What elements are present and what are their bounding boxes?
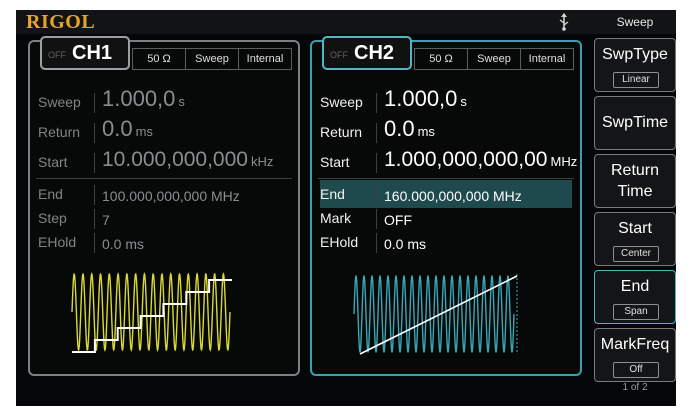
ch1-tab[interactable]: OFF CH1 bbox=[40, 36, 130, 70]
ch1-divider bbox=[36, 178, 292, 179]
ch2-return-row[interactable]: Return 0.0 ms bbox=[320, 116, 572, 146]
brand-logo: RIGOL bbox=[26, 11, 96, 33]
ch2-output-status: OFF bbox=[330, 50, 348, 60]
usb-icon bbox=[559, 13, 569, 31]
ch1-sweep-value: 1.000,0 bbox=[102, 86, 176, 111]
ch1-return-label: Return bbox=[38, 124, 81, 140]
ch2-sweep-value: 1.000,0 bbox=[384, 86, 458, 111]
ch1-info-bar: 50 Ω Sweep Internal bbox=[132, 48, 292, 70]
ch1-start-value: 10.000,000,000 bbox=[102, 148, 248, 171]
ch2-source: Internal bbox=[528, 53, 566, 65]
menu-title: Sweep bbox=[616, 15, 654, 29]
ch1-sweep-waveform bbox=[71, 272, 232, 353]
swptime-label: SwpTime bbox=[601, 114, 669, 131]
ch1-end-value: 100.000,000,000 MHz bbox=[102, 188, 240, 204]
ch2-start-value: 1.000,000,000,00 bbox=[384, 148, 548, 171]
markfreq-label: MarkFreq bbox=[600, 336, 670, 353]
ch1-impedance: 50 Ω bbox=[133, 49, 186, 69]
ch1-end-label: End bbox=[38, 186, 63, 202]
swptime-softkey[interactable]: SwpTime bbox=[594, 96, 676, 150]
ch2-end-label: End bbox=[320, 186, 345, 202]
swptype-label: SwpType bbox=[602, 46, 668, 63]
ch2-sweep-unit: s bbox=[460, 94, 467, 109]
ch1-label: CH1 bbox=[72, 42, 113, 64]
ch1-panel[interactable]: OFF CH1 50 Ω Sweep Internal Sweep 1.000,… bbox=[28, 36, 300, 376]
ch2-sweep-row[interactable]: Sweep 1.000,0 s bbox=[320, 86, 572, 116]
end-label: End bbox=[620, 278, 650, 295]
ch2-mark-value: OFF bbox=[384, 212, 412, 228]
ch2-start-label: Start bbox=[320, 154, 350, 170]
markfreq-value: Off bbox=[613, 362, 659, 378]
start-alt-value: Center bbox=[613, 246, 659, 262]
return-time-softkey[interactable]: Return Time bbox=[594, 154, 676, 208]
ch1-start-row[interactable]: Start 10.000,000,000 kHz bbox=[38, 148, 290, 176]
ch1-sweep-unit: s bbox=[178, 94, 185, 109]
ch2-ehold-value: 0.0 ms bbox=[384, 236, 427, 252]
ch1-start-unit: kHz bbox=[250, 154, 274, 169]
ch2-ehold-label: EHold bbox=[320, 234, 359, 250]
ch1-source: Internal bbox=[246, 53, 284, 65]
status-bar: RIGOL Sweep bbox=[16, 10, 676, 34]
ch1-sweep-label: Sweep bbox=[38, 94, 81, 110]
end-softkey[interactable]: End Span bbox=[594, 270, 676, 324]
ch2-mode: Sweep bbox=[468, 49, 521, 69]
ch1-ehold-value: 0.0 ms bbox=[102, 236, 145, 252]
page-indicator: 1 of 2 bbox=[622, 382, 648, 393]
ch2-start-row[interactable]: Start 1.000,000,000,00 MHz bbox=[320, 148, 577, 176]
ch2-return-value: 0.0 bbox=[384, 116, 415, 141]
ch1-start-label: Start bbox=[38, 154, 68, 170]
ch1-sweep-row[interactable]: Sweep 1.000,0 s bbox=[38, 86, 290, 116]
ch1-return-row[interactable]: Return 0.0 ms bbox=[38, 116, 290, 146]
ch2-sweep-label: Sweep bbox=[320, 94, 363, 110]
ch2-ehold-row[interactable]: EHold 0.0 ms bbox=[320, 228, 572, 256]
ch2-tab[interactable]: OFF CH2 bbox=[322, 36, 412, 70]
ch2-info-bar: 50 Ω Sweep Internal bbox=[414, 48, 574, 70]
ch2-panel[interactable]: OFF CH2 50 Ω Sweep Internal Sweep 1.000,… bbox=[310, 36, 582, 376]
ch1-return-unit: ms bbox=[135, 124, 153, 139]
ch2-label: CH2 bbox=[354, 42, 395, 64]
end-alt-value: Span bbox=[613, 304, 659, 320]
ch2-sweep-waveform bbox=[353, 274, 518, 355]
start-label: Start bbox=[618, 220, 652, 237]
ch2-end-value: 160.000,000,000 MHz bbox=[384, 188, 522, 204]
return-time-label: Return Time bbox=[610, 162, 660, 200]
ch1-mode: Sweep bbox=[186, 49, 239, 69]
ch2-return-unit: ms bbox=[417, 124, 435, 139]
ch2-impedance: 50 Ω bbox=[415, 49, 468, 69]
swptype-softkey[interactable]: SwpType Linear bbox=[594, 38, 676, 92]
start-softkey[interactable]: Start Center bbox=[594, 212, 676, 266]
ch2-mark-label: Mark bbox=[320, 210, 352, 226]
swptype-value: Linear bbox=[613, 72, 659, 88]
ch1-return-value: 0.0 bbox=[102, 116, 133, 141]
ch1-ehold-row[interactable]: EHold 0.0 ms bbox=[38, 228, 290, 256]
ch1-step-label: Step bbox=[38, 210, 67, 226]
ch1-output-status: OFF bbox=[48, 50, 66, 60]
ch2-divider bbox=[318, 178, 574, 179]
instrument-screen: RIGOL Sweep OFF CH1 50 Ω Sweep Internal … bbox=[16, 10, 676, 406]
ch1-step-value: 7 bbox=[102, 212, 110, 228]
ch2-return-label: Return bbox=[320, 124, 363, 140]
ch2-start-unit: MHz bbox=[550, 154, 578, 169]
ch1-ehold-label: EHold bbox=[38, 234, 77, 250]
markfreq-softkey[interactable]: MarkFreq Off bbox=[594, 328, 676, 382]
